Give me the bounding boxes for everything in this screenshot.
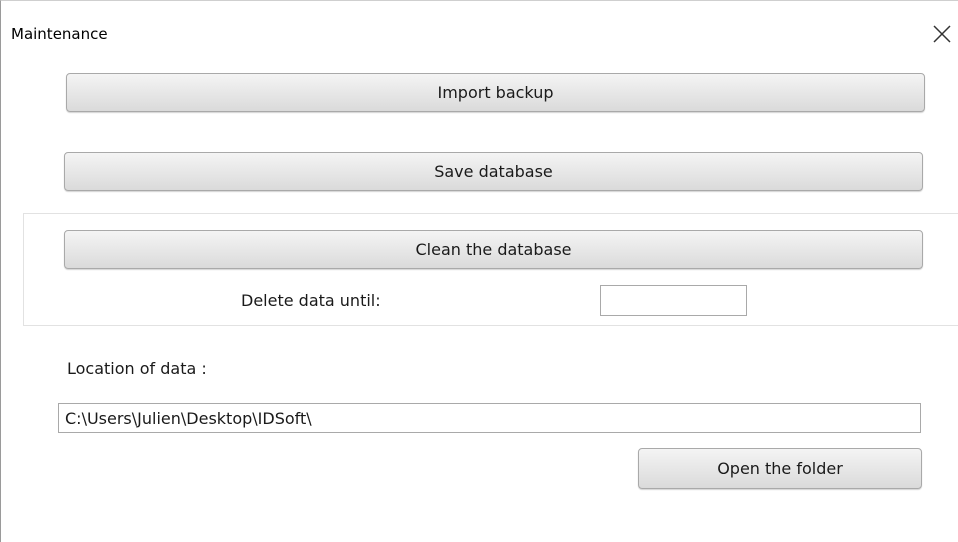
- delete-until-label: Delete data until:: [241, 291, 381, 310]
- location-label: Location of data :: [67, 359, 207, 378]
- import-backup-button[interactable]: Import backup: [66, 73, 925, 112]
- save-database-button[interactable]: Save database: [64, 152, 923, 191]
- close-icon: [933, 25, 951, 43]
- location-path-field[interactable]: [58, 403, 921, 433]
- maintenance-window: Maintenance Import backup Save database …: [0, 0, 958, 542]
- window-title: Maintenance: [11, 25, 108, 43]
- delete-until-date-field[interactable]: [600, 285, 747, 316]
- open-folder-button[interactable]: Open the folder: [638, 448, 922, 489]
- close-button[interactable]: [929, 21, 955, 47]
- clean-database-button[interactable]: Clean the database: [64, 230, 923, 269]
